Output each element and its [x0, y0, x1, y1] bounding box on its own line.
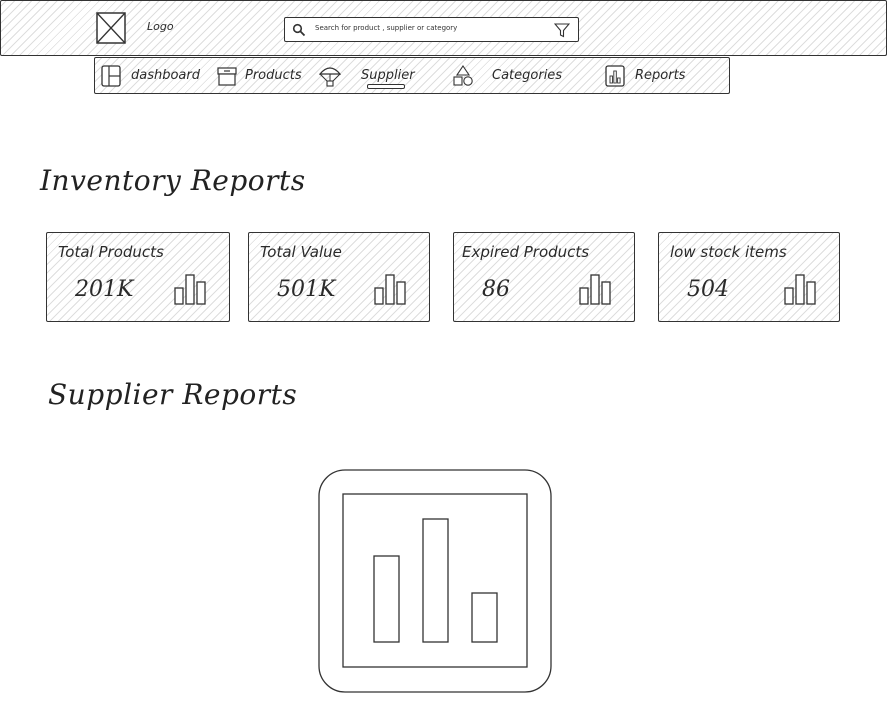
nav-label: dashboard [131, 68, 200, 83]
stat-value: 501K [277, 277, 336, 302]
stat-value: 201K [75, 277, 134, 302]
bar-chart-icon [579, 274, 611, 305]
archive-box-icon [217, 66, 237, 86]
search-bar[interactable]: Search for product , supplier or categor… [284, 17, 579, 42]
top-bar: Logo Search for product , supplier or ca… [0, 0, 887, 56]
stat-label: Total Products [58, 243, 164, 261]
logo-label: Logo [147, 20, 174, 33]
bar-chart-icon [318, 469, 552, 693]
stat-card-expired-products[interactable]: Expired Products 86 [453, 232, 635, 322]
stat-value: 504 [687, 277, 729, 302]
nav-label: Supplier [361, 68, 415, 83]
inventory-reports-title: Inventory Reports [40, 164, 306, 197]
dashboard-icon [101, 64, 121, 87]
search-input[interactable]: Search for product , supplier or categor… [315, 24, 457, 32]
stat-card-low-stock-items[interactable]: low stock items 504 [658, 232, 840, 322]
nav-label: Products [245, 68, 302, 83]
nav-item-products[interactable]: Products [217, 58, 302, 93]
stat-card-total-value[interactable]: Total Value 501K [248, 232, 430, 322]
bar-chart-icon [174, 274, 206, 305]
nav-label: Reports [635, 68, 686, 83]
shapes-icon [453, 64, 473, 86]
stat-label: low stock items [670, 243, 787, 261]
report-chart-icon [605, 64, 625, 87]
nav-item-reports[interactable]: Reports [605, 58, 685, 93]
stat-label: Expired Products [462, 243, 590, 261]
supplier-reports-title: Supplier Reports [48, 378, 298, 411]
parachute-icon [319, 66, 341, 87]
filter-icon[interactable] [554, 22, 570, 38]
nav-item-categories[interactable]: Categories [452, 58, 562, 93]
search-icon [292, 23, 306, 37]
nav-bar: dashboard Products Supplier Categories R… [94, 57, 730, 94]
bar-chart-icon [374, 274, 406, 305]
stat-label: Total Value [260, 243, 342, 261]
logo-placeholder-icon[interactable] [96, 12, 126, 44]
nav-item-dashboard[interactable]: dashboard [101, 58, 200, 93]
active-tab-indicator [367, 84, 405, 89]
stat-value: 86 [482, 277, 510, 302]
stat-card-total-products[interactable]: Total Products 201K [46, 232, 230, 322]
nav-label: Categories [492, 68, 563, 83]
bar-chart-icon [784, 274, 816, 305]
